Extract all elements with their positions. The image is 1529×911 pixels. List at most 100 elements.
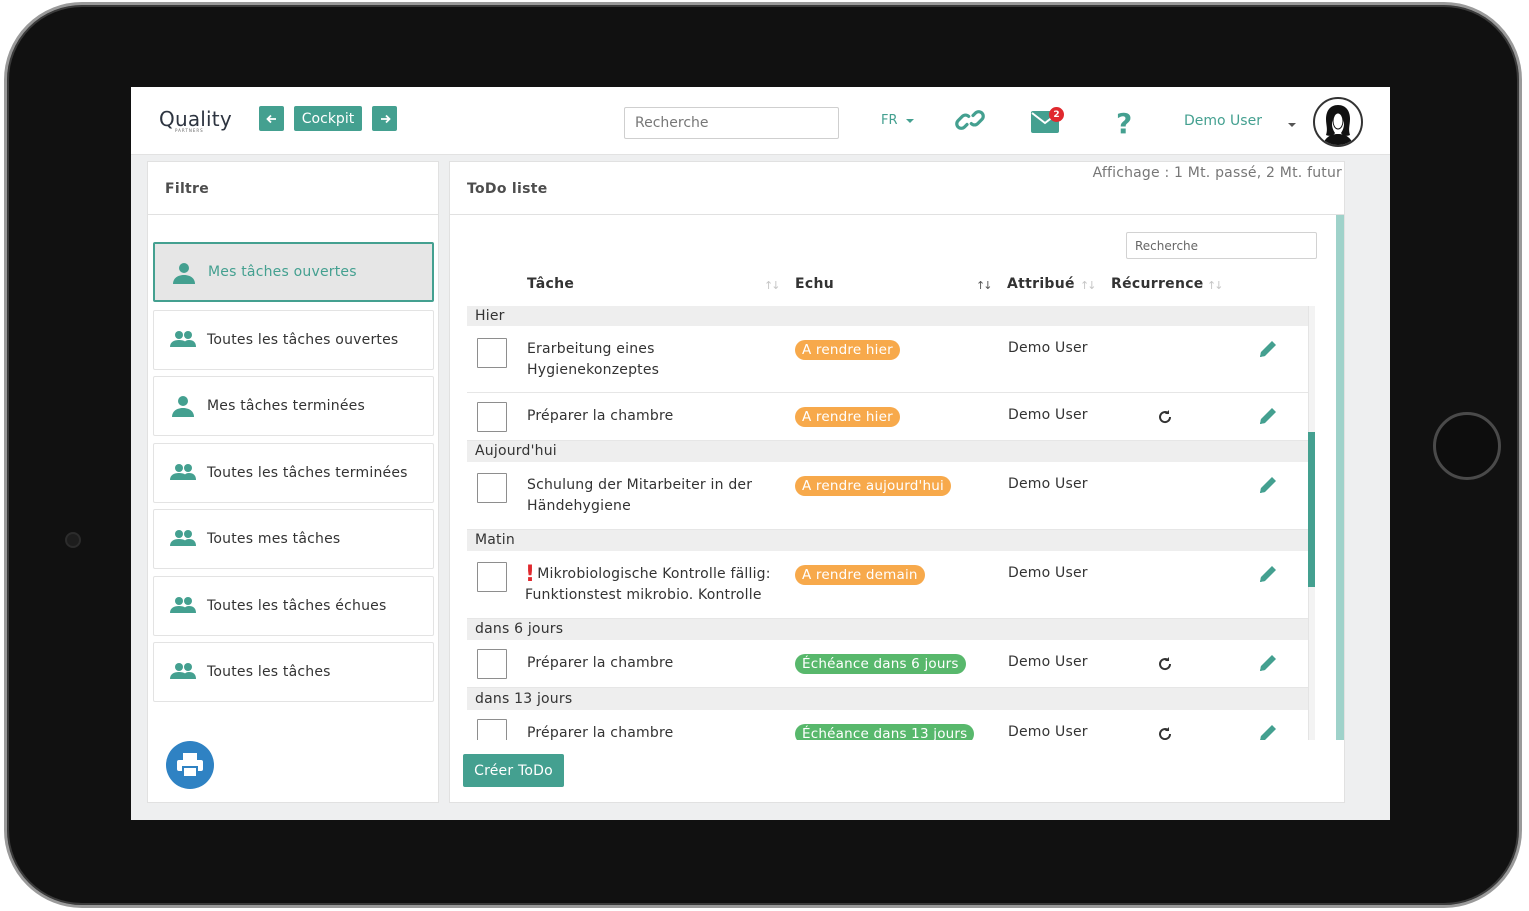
- create-todo-button[interactable]: Créer ToDo: [463, 754, 564, 787]
- table-row: Erarbeitung eines Hygienekonzeptes A ren…: [467, 326, 1308, 393]
- filter-label: Toutes les tâches terminées: [207, 465, 408, 481]
- todo-title: ToDo liste: [467, 181, 548, 197]
- task-title[interactable]: Schulung der Mitarbeiter in der Händehyg…: [527, 475, 777, 517]
- table-row: Schulung der Mitarbeiter in der Händehyg…: [467, 462, 1308, 530]
- filter-all-open-tasks[interactable]: Toutes les tâches ouvertes: [153, 310, 434, 370]
- priority-icon: !: [525, 562, 536, 587]
- printer-icon[interactable]: [166, 741, 214, 789]
- arrow-right-icon[interactable]: [372, 106, 397, 131]
- task-title[interactable]: Préparer la chambre: [527, 406, 777, 427]
- people-icon: [170, 464, 196, 480]
- top-bar: Quality PARTNERS Cockpit FR: [131, 87, 1390, 155]
- refresh-icon: [1159, 410, 1172, 424]
- task-title[interactable]: ! Mikrobiologische Kontrolle fällig: Funk…: [525, 564, 795, 606]
- filter-header: Filtre: [148, 162, 438, 215]
- help-icon[interactable]: ?: [1116, 107, 1132, 140]
- assignee: Demo User: [1008, 407, 1088, 423]
- assignee: Demo User: [1008, 476, 1088, 492]
- task-checkbox[interactable]: [477, 473, 507, 503]
- language-select[interactable]: FR: [881, 113, 914, 128]
- due-badge: Échéance dans 13 jours: [795, 724, 975, 740]
- filter-label: Mes tâches ouvertes: [208, 264, 357, 280]
- task-checkbox[interactable]: [477, 562, 507, 592]
- todo-table: Hier Erarbeitung eines Hygienekonzeptes …: [467, 306, 1308, 740]
- due-badge: Échéance dans 6 jours: [795, 654, 966, 674]
- task-title[interactable]: Préparer la chambre: [527, 723, 777, 740]
- task-checkbox[interactable]: [477, 402, 507, 432]
- task-checkbox[interactable]: [477, 719, 507, 740]
- scrollbar-thumb[interactable]: [1308, 432, 1315, 587]
- chevron-down-icon: [905, 118, 914, 123]
- pencil-icon[interactable]: [1257, 652, 1279, 674]
- filter-label: Toutes les tâches: [207, 664, 331, 680]
- filter-panel: Filtre Mes tâches ouvertes Toutes les tâ…: [147, 161, 439, 803]
- sort-icon[interactable]: ↑↓: [1207, 279, 1224, 292]
- assignee: Demo User: [1008, 654, 1088, 670]
- due-badge: A rendre aujourd'hui: [795, 476, 951, 496]
- sort-icon[interactable]: ↑↓: [1080, 279, 1097, 292]
- logo[interactable]: Quality PARTNERS: [159, 107, 232, 135]
- filter-title: Filtre: [165, 181, 210, 197]
- filter-all-my-tasks[interactable]: Toutes mes tâches: [153, 509, 434, 569]
- camera-icon: [65, 532, 81, 548]
- table-search-input[interactable]: [1126, 232, 1317, 259]
- filter-all-tasks[interactable]: Toutes les tâches: [153, 642, 434, 702]
- display-info: Affichage : 1 Mt. passé, 2 Mt. futur: [1092, 165, 1342, 181]
- global-search-input[interactable]: [624, 107, 839, 139]
- people-icon: [170, 663, 196, 679]
- pencil-icon[interactable]: [1257, 338, 1279, 360]
- mail-count-badge: 2: [1049, 107, 1064, 122]
- filter-label: Mes tâches terminées: [207, 398, 365, 414]
- pencil-icon[interactable]: [1257, 474, 1279, 496]
- due-badge: A rendre hier: [795, 340, 900, 360]
- task-title[interactable]: Préparer la chambre: [527, 653, 777, 674]
- column-header-due[interactable]: Echu: [795, 276, 834, 292]
- sort-icon[interactable]: ↑↓: [764, 279, 781, 292]
- column-header-task[interactable]: Tâche: [527, 276, 574, 292]
- refresh-icon: [1159, 657, 1172, 671]
- chevron-down-icon[interactable]: [1288, 123, 1296, 127]
- person-icon: [173, 263, 195, 284]
- column-header-recurrence[interactable]: Récurrence: [1111, 276, 1204, 292]
- pencil-icon[interactable]: [1257, 722, 1279, 740]
- cockpit-button[interactable]: Cockpit: [294, 106, 362, 131]
- sort-icon[interactable]: ↑↓: [976, 279, 993, 292]
- table-row: ! Mikrobiologische Kontrolle fällig: Funk…: [467, 551, 1308, 619]
- user-menu[interactable]: Demo User: [1184, 113, 1262, 129]
- group-header: Matin: [467, 530, 1308, 551]
- filter-my-done-tasks[interactable]: Mes tâches terminées: [153, 376, 434, 436]
- pencil-icon[interactable]: [1257, 563, 1279, 585]
- group-header: Hier: [467, 306, 1308, 326]
- task-checkbox[interactable]: [477, 338, 507, 368]
- panel-accent-bar: [1336, 215, 1344, 740]
- avatar[interactable]: [1313, 97, 1363, 147]
- people-icon: [170, 331, 196, 347]
- link-icon[interactable]: [954, 107, 986, 133]
- table-row: Préparer la chambre Échéance dans 6 jour…: [467, 640, 1308, 688]
- column-header-assigned[interactable]: Attribué: [1007, 276, 1075, 292]
- filter-all-overdue-tasks[interactable]: Toutes les tâches échues: [153, 576, 434, 636]
- task-checkbox[interactable]: [477, 649, 507, 679]
- group-header: dans 6 jours: [467, 619, 1308, 640]
- pencil-icon[interactable]: [1257, 405, 1279, 427]
- task-title-text: Mikrobiologische Kontrolle fällig: Funkt…: [525, 566, 771, 603]
- assignee: Demo User: [1008, 724, 1088, 740]
- logo-subtext: PARTNERS: [175, 128, 204, 133]
- refresh-icon: [1159, 727, 1172, 740]
- table-row: Préparer la chambre A rendre hier Demo U…: [467, 393, 1308, 441]
- task-title[interactable]: Erarbeitung eines Hygienekonzeptes: [527, 339, 777, 381]
- filter-all-done-tasks[interactable]: Toutes les tâches terminées: [153, 443, 434, 503]
- todo-panel: ToDo liste Affichage : 1 Mt. passé, 2 Mt…: [449, 161, 1345, 803]
- people-icon: [170, 530, 196, 546]
- language-label: FR: [881, 113, 898, 128]
- person-icon: [172, 396, 194, 417]
- filter-my-open-tasks[interactable]: Mes tâches ouvertes: [153, 242, 434, 302]
- group-header: dans 13 jours: [467, 688, 1308, 710]
- due-badge: A rendre hier: [795, 407, 900, 427]
- people-icon: [170, 597, 196, 613]
- assignee: Demo User: [1008, 340, 1088, 356]
- filter-label: Toutes les tâches ouvertes: [207, 332, 399, 348]
- app-screen: Quality PARTNERS Cockpit FR: [131, 87, 1390, 820]
- home-button[interactable]: [1433, 412, 1501, 480]
- arrow-left-icon[interactable]: [259, 106, 284, 131]
